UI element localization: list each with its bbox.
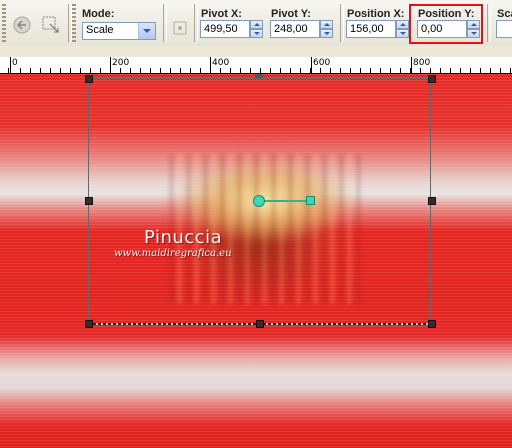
position-x-label: Position X:: [347, 8, 405, 20]
toolbar-separator: [487, 4, 491, 42]
side-handle-left[interactable]: [85, 197, 93, 205]
position-y-highlight-box: [409, 4, 483, 44]
ruler-label: 200: [112, 58, 130, 68]
ruler-major-tick: [210, 57, 211, 73]
transform-icon[interactable]: [40, 14, 62, 36]
ruler-label: 800: [413, 58, 431, 68]
ruler-major-tick: [311, 57, 312, 73]
pivot-x-label: Pivot X:: [201, 8, 242, 20]
toolbar-separator: [163, 4, 167, 42]
side-handle-right[interactable]: [428, 197, 436, 205]
ruler-label: 400: [212, 58, 230, 68]
ruler-label: 0: [12, 58, 18, 68]
pivot-x-input[interactable]: 499,50: [200, 20, 250, 38]
corner-handle-top-left[interactable]: [85, 75, 93, 83]
pivot-point-handle[interactable]: [253, 195, 265, 207]
corner-handle-bottom-left[interactable]: [85, 320, 93, 328]
corner-handle-bottom-right[interactable]: [428, 320, 436, 328]
ruler-header-strip: [0, 46, 512, 57]
tool-options-toolbar: Mode: Scale Pivot X: 499,50 Pivot Y: 248…: [0, 0, 512, 47]
image-canvas[interactable]: Pinuccia www.maidiregrafica.eu: [0, 74, 512, 448]
chevron-down-icon[interactable]: [138, 23, 155, 39]
side-handle-bottom[interactable]: [256, 320, 264, 328]
corner-handle-top-right[interactable]: [428, 75, 436, 83]
toolbar-separator: [194, 4, 198, 42]
toolbar-separator: [340, 4, 344, 42]
reset-icon[interactable]: [11, 14, 33, 36]
ruler-ticks: [0, 68, 512, 73]
mode-dropdown[interactable]: Scale: [82, 22, 156, 40]
toolbar-grip[interactable]: [2, 4, 6, 42]
horizontal-ruler: 0 200 400 600 800: [0, 57, 512, 74]
pivot-y-spinner[interactable]: [320, 20, 333, 38]
ruler-major-tick: [10, 57, 11, 73]
position-x-spinner[interactable]: [396, 20, 409, 38]
pivot-y-label: Pivot Y:: [271, 8, 311, 20]
scale-label: Sca: [497, 8, 512, 20]
ruler-major-tick: [411, 57, 412, 73]
pivot-tool-icon[interactable]: [170, 18, 192, 40]
toolbar-grip[interactable]: [72, 4, 76, 42]
top-center-handle[interactable]: [255, 74, 263, 78]
pivot-y-input[interactable]: 248,00: [270, 20, 320, 38]
rotation-handle[interactable]: [306, 196, 315, 205]
watermark-url: www.maidiregrafica.eu: [114, 248, 232, 259]
scale-input[interactable]: [496, 20, 512, 38]
rotation-handle-bar: [262, 200, 310, 202]
mode-value: Scale: [86, 24, 114, 36]
ruler-label: 600: [313, 58, 331, 68]
position-x-input[interactable]: 156,00: [346, 20, 396, 38]
ruler-major-tick: [110, 57, 111, 73]
pivot-x-spinner[interactable]: [250, 20, 263, 38]
watermark-name: Pinuccia: [144, 227, 223, 248]
mode-label: Mode:: [82, 8, 115, 20]
